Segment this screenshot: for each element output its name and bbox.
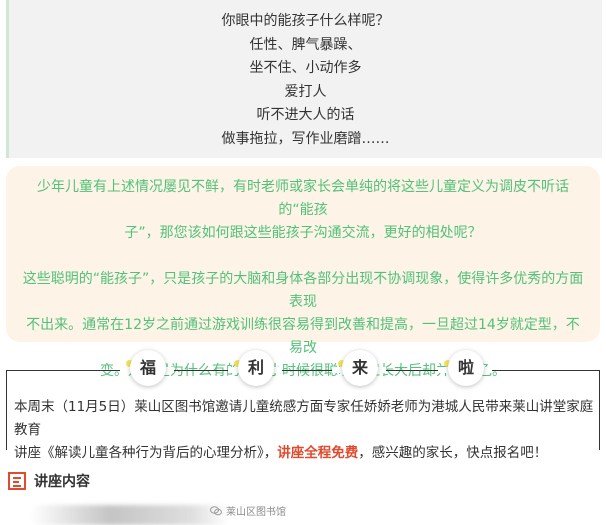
watermark-text: 莱山区图书馆 bbox=[226, 507, 286, 518]
card-paragraph-1-line: 子”，那您该如何跟这些能孩子沟通交流，更好的相处呢？ bbox=[124, 225, 482, 241]
welfare-char-bubble: 啦 bbox=[448, 350, 484, 386]
quote-line: 任性、脾气暴躁、 bbox=[249, 36, 362, 53]
list-icon bbox=[8, 472, 26, 490]
notice-line-2-start: 讲座《解读儿童各种行为背后的心理分析》， bbox=[14, 445, 278, 461]
welfare-heading: 福 利 来 啦 bbox=[0, 350, 606, 390]
notice-line-1: 本周末（11月5日）莱山区图书馆邀请儿童统感方面专家任娇娇老师为港城人民带来莱山… bbox=[14, 399, 594, 438]
card-paragraph-1-line: 少年儿童有上述情况屡见不鲜，有时老师或家长会单纯的将这些儿童定义为调皮不听话的“… bbox=[37, 179, 569, 218]
quote-line: 听不进大人的话 bbox=[256, 107, 355, 123]
lecture-notice: 本周末（11月5日）莱山区图书馆邀请儿童统感方面专家任娇娇老师为港城人民带来莱山… bbox=[14, 396, 596, 465]
section-title: 讲座内容 bbox=[34, 474, 90, 490]
wechat-icon bbox=[210, 506, 222, 516]
quote-line: 爱打人 bbox=[284, 83, 327, 100]
quote-block: 你眼中的能孩子什么样呢？ 任性、脾气暴躁、 坐不住、小动作多 爱打人 听不进大人… bbox=[6, 0, 602, 158]
notice-line-2: 讲座《解读儿童各种行为背后的心理分析》，讲座全程免费，感兴趣的家长，快点报名吧！ bbox=[14, 442, 596, 465]
notice-line-2-end: ，感兴趣的家长，快点报名吧！ bbox=[358, 445, 548, 461]
free-lecture-highlight: 讲座全程免费 bbox=[277, 445, 359, 461]
info-card: 少年儿童有上述情况屡见不鲜，有时老师或家长会单纯的将这些儿童定义为调皮不听话的“… bbox=[6, 166, 600, 379]
welfare-char-bubble: 来 bbox=[342, 350, 378, 386]
quote-line: 坐不住、小动作多 bbox=[249, 60, 362, 76]
blurred-image-edge bbox=[30, 505, 230, 525]
card-paragraph-2-line: 这些聪明的“能孩子”，只是孩子的大脑和身体各部分出现不协调现象，使得许多优秀的方… bbox=[22, 271, 584, 310]
quote-line: 你眼中的能孩子什么样呢？ bbox=[221, 13, 390, 29]
quote-lines: 你眼中的能孩子什么样呢？ 任性、脾气暴躁、 坐不住、小动作多 爱打人 听不进大人… bbox=[9, 0, 602, 151]
welfare-char-bubble: 利 bbox=[238, 350, 274, 386]
quote-line: 做事拖拉，写作业磨蹭…… bbox=[221, 130, 390, 147]
welfare-char-bubble: 福 bbox=[130, 350, 166, 386]
watermark: 莱山区图书馆 bbox=[210, 505, 286, 521]
